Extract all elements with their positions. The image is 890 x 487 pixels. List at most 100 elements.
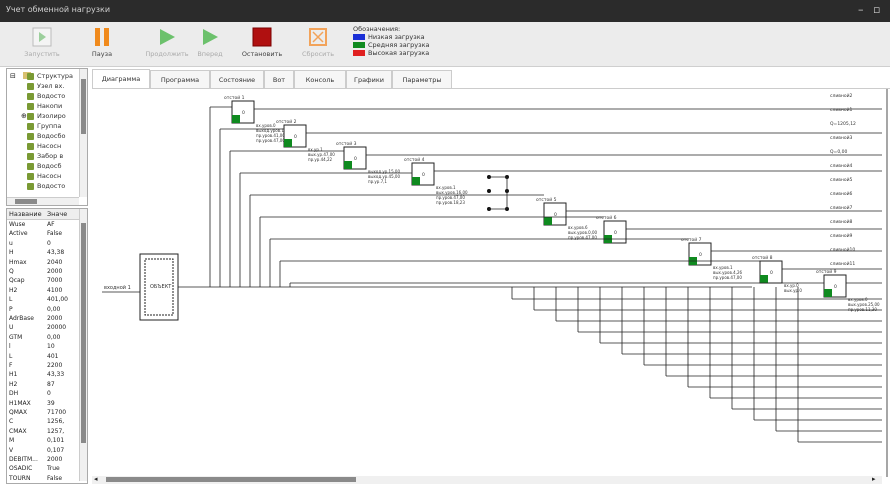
property-value[interactable]: 0,101 [47,437,64,444]
properties-vertical-scrollbar[interactable] [79,209,87,481]
property-value[interactable]: 0 [47,390,51,397]
tree-item[interactable]: Изолиро [27,112,66,120]
property-value[interactable]: 10 [47,343,55,350]
property-row[interactable]: U 20000 [7,324,79,333]
expand-icon[interactable]: ⊕ [21,112,27,120]
maximize-icon[interactable]: ▫ [873,3,880,16]
tab-diagram[interactable]: Диаграмма [92,69,150,89]
tab-program[interactable]: Программа [150,70,210,89]
property-value[interactable]: 401,00 [47,296,68,303]
tree-item[interactable]: Насосн [26,172,61,180]
tree-item[interactable]: Водосб [27,162,62,170]
tree-hscroll-thumb[interactable] [15,199,37,204]
property-row[interactable]: AdrBase 2000 [7,315,79,324]
property-value[interactable]: 39 [47,400,55,407]
diagram-horizontal-scrollbar[interactable]: ◂ ▸ [92,475,882,484]
tab-console[interactable]: Консоль [294,70,346,89]
property-value[interactable]: 43,38 [47,249,64,256]
property-row[interactable]: TOURN False [7,475,79,483]
structure-tree[interactable]: ⊟ Структура Узел вх. Водосто Накопи ⊕ Из… [6,68,88,206]
properties-scroll-thumb[interactable] [81,223,86,443]
tree-item[interactable]: Насосн [26,142,61,150]
property-value[interactable]: 20000 [47,324,66,331]
reset-button[interactable]: Сбросить [296,24,340,64]
property-value[interactable]: 43,33 [47,371,64,378]
collapse-icon[interactable]: ⊟ [10,72,16,80]
property-value[interactable]: AF [47,221,55,228]
tree-item[interactable]: Водосбо [26,132,65,140]
property-value[interactable]: 401 [47,353,58,360]
property-value[interactable]: 0,107 [47,447,64,454]
properties-grid[interactable]: Название Значе Wuse AF Active False u 0 H 43,38… [6,208,88,484]
column-value-header[interactable]: Значе [47,210,67,218]
tree-vertical-scrollbar[interactable] [79,69,87,197]
property-row[interactable]: l 10 [7,343,79,352]
property-value[interactable]: 4100 [47,287,62,294]
tree-item[interactable]: Забор в [26,152,63,160]
property-value[interactable]: 2000 [47,268,62,275]
tree-item[interactable]: Узел вх. [26,82,64,90]
property-row[interactable]: Wuse AF [7,221,79,230]
start-button[interactable]: Запустить [20,24,64,64]
property-row[interactable]: GTM 0,00 [7,334,79,343]
property-value[interactable]: 2200 [47,362,62,369]
property-value[interactable]: 2040 [47,259,62,266]
property-row[interactable]: M 0,101 [7,437,79,446]
tree-item[interactable]: Группа [26,122,61,130]
property-value[interactable]: False [47,475,62,482]
scroll-right-icon[interactable]: ▸ [872,475,876,483]
property-row[interactable]: H1 43,33 [7,371,79,380]
property-value[interactable]: 0,00 [47,306,60,313]
property-row[interactable]: H2 87 [7,381,79,390]
property-row[interactable]: H2 4100 [7,287,79,296]
tree-horizontal-scrollbar[interactable] [7,197,79,205]
property-row[interactable]: P 0,00 [7,306,79,315]
resume-button[interactable]: Продолжить [145,24,189,64]
property-row[interactable]: F 2200 [7,362,79,371]
property-row[interactable]: L 401 [7,353,79,362]
tab-bot[interactable]: Вот [264,70,294,89]
tab-graphs[interactable]: Графики [346,70,392,89]
property-row[interactable]: DEBITM... 2000 [7,456,79,465]
property-row[interactable]: CMAX 1257, [7,428,79,437]
property-row[interactable]: OSADIC True [7,465,79,474]
tree-item[interactable]: Накопи [26,102,62,110]
property-row[interactable]: H1MAX 39 [7,400,79,409]
diagram-canvas[interactable]: входной 1 ОБЪЕКТ 0 отстой 1 вх.уров.0 выход.у… [92,88,890,487]
property-row[interactable]: H 43,38 [7,249,79,258]
property-row[interactable]: V 0,107 [7,447,79,456]
property-value[interactable]: 7000 [47,277,62,284]
property-value[interactable]: True [47,465,60,472]
property-value[interactable]: 2000 [47,456,62,463]
property-row[interactable]: Active False [7,230,79,239]
property-value[interactable]: 0 [47,240,51,247]
property-value[interactable]: 71700 [47,409,66,416]
tree-item[interactable]: Структура [27,72,73,80]
tree-scroll-thumb[interactable] [81,79,86,134]
tab-parameters[interactable]: Параметры [392,70,452,89]
step-button[interactable]: Вперед [188,24,232,64]
property-value[interactable]: False [47,230,62,237]
tree-item[interactable]: Водосто [26,92,65,100]
property-row[interactable]: L 401,00 [7,296,79,305]
property-row[interactable]: Qcap 7000 [7,277,79,286]
property-row[interactable]: QMAX 71700 [7,409,79,418]
minimize-icon[interactable]: – [858,3,864,16]
property-value[interactable]: 1257, [47,428,64,435]
property-value[interactable]: 1256, [47,418,64,425]
property-row[interactable]: u0 [7,240,79,249]
stop-button[interactable]: Остановить [240,24,284,64]
property-row[interactable]: C 1256, [7,418,79,427]
tab-state[interactable]: Состояние [210,70,264,89]
scroll-left-icon[interactable]: ◂ [94,475,98,483]
property-value[interactable]: 0,00 [47,334,60,341]
tree-item[interactable]: Водосто [26,182,65,190]
diagram-scroll-thumb[interactable] [106,477,356,482]
property-row[interactable]: Q 2000 [7,268,79,277]
property-value[interactable]: 2000 [47,315,62,322]
property-row[interactable]: Hmax 2040 [7,259,79,268]
column-name-header[interactable]: Название [9,210,42,218]
property-row[interactable]: DH 0 [7,390,79,399]
property-value[interactable]: 87 [47,381,55,388]
pause-button[interactable]: Пауза [80,24,124,64]
